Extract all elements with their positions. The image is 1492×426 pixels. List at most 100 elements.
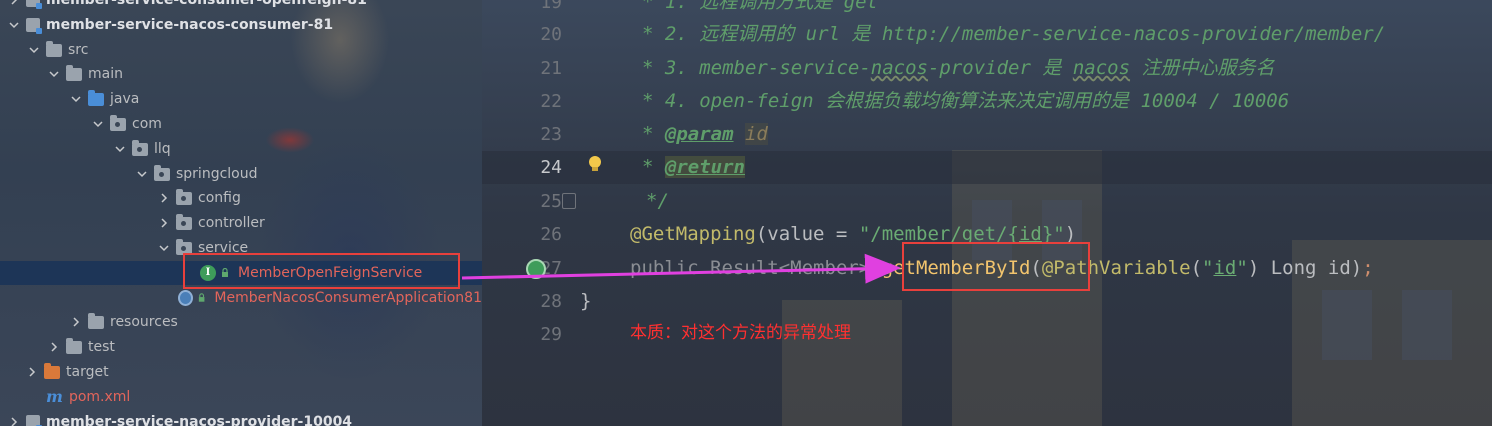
chevron-down-icon[interactable]	[46, 66, 62, 82]
excluded-folder-icon	[44, 362, 60, 379]
code-line-19[interactable]: * 1. 远程调用方式是 get	[642, 0, 878, 19]
chevron-down-icon[interactable]	[68, 91, 84, 107]
line-number: 20	[540, 24, 562, 45]
package-icon	[154, 164, 170, 181]
chevron-right-icon[interactable]	[6, 0, 22, 8]
code-token: *	[642, 123, 665, 145]
chevron-right-icon[interactable]	[156, 190, 172, 206]
lightbulb-intention-icon[interactable]	[586, 154, 604, 174]
line-number: 21	[540, 58, 562, 79]
line-number: 22	[540, 91, 562, 112]
line-number: 26	[540, 224, 562, 245]
tree-row-config[interactable]: config	[0, 186, 482, 210]
chevron-down-icon[interactable]	[134, 166, 150, 182]
tree-row-main-application[interactable]: MemberNacosConsumerApplication81	[0, 286, 482, 310]
tree-row-label: target	[66, 364, 109, 380]
tree-row-label: controller	[198, 215, 265, 231]
chevron-right-icon[interactable]	[6, 414, 22, 426]
tree-row-label: main	[88, 66, 123, 82]
line-number: 23	[540, 124, 562, 145]
code-line-22[interactable]: * 4. open-feign 会根据负载均衡算法来决定调用的是 10004 /…	[642, 85, 1289, 118]
tree-row-main[interactable]: main	[0, 62, 482, 86]
module-icon	[26, 415, 42, 426]
highlight-box-method	[902, 242, 1090, 291]
tree-row-label: MemberNacosConsumerApplication81	[214, 290, 482, 306]
tree-row-label: config	[198, 190, 241, 206]
code-token: value =	[767, 223, 859, 245]
chevron-down-icon[interactable]	[90, 116, 106, 132]
tree-row-label: src	[68, 42, 89, 58]
chevron-down-icon[interactable]	[6, 17, 22, 33]
line-number: 28	[540, 291, 562, 312]
code-token: (	[1190, 257, 1203, 279]
tree-row-module-nacos-consumer[interactable]: member-service-nacos-consumer-81	[0, 13, 482, 37]
chevron-right-icon[interactable]	[24, 364, 40, 380]
implementation-gutter-icon[interactable]	[526, 259, 546, 279]
tree-row-com[interactable]: com	[0, 112, 482, 136]
code-token: 注册中心服务名	[1130, 57, 1275, 79]
project-tree-panel: member-service-consumer-openfeign-81 mem…	[0, 0, 482, 426]
package-icon	[110, 114, 126, 131]
code-line-25[interactable]: */	[646, 185, 669, 218]
line-number-gutter[interactable]: 19 20 21 22 23 24 25 26 27 28 29	[482, 0, 572, 426]
tree-row-label: pom.xml	[68, 389, 131, 405]
code-token-typo: nacos	[870, 57, 928, 79]
line-number-current: 24	[540, 157, 562, 178]
tree-row-label: java	[110, 91, 140, 107]
current-line-highlight	[482, 151, 1492, 184]
chevron-down-icon[interactable]	[26, 42, 42, 58]
string-token: id	[1213, 257, 1237, 279]
code-token: ) Long id)	[1247, 257, 1363, 279]
tree-row-label: member-service-nacos-provider-10004	[46, 414, 353, 426]
folder-icon	[66, 64, 82, 81]
tree-row-resources[interactable]: resources	[0, 310, 482, 334]
tree-row-label: com	[132, 116, 162, 132]
code-token: * 3. member-service-	[642, 57, 871, 79]
code-editor[interactable]: 19 20 21 22 23 24 25 26 27 28 29 * 1. 远程…	[482, 0, 1492, 426]
tree-row-module-nacos-provider[interactable]: member-service-nacos-provider-10004	[0, 410, 482, 426]
code-line-24[interactable]: * @return	[642, 151, 745, 184]
chevron-right-icon[interactable]	[68, 314, 84, 330]
lock-icon	[198, 293, 205, 302]
tree-row-label: member-service-consumer-openfeign-81	[46, 0, 367, 8]
tree-row-label: springcloud	[176, 166, 258, 182]
module-icon	[26, 18, 42, 34]
code-line-20[interactable]: * 2. 远程调用的 url 是 http://member-service-n…	[642, 18, 1385, 51]
tree-row-src[interactable]: src	[0, 38, 482, 62]
chevron-right-icon[interactable]	[46, 339, 62, 355]
chevron-right-icon[interactable]	[156, 215, 172, 231]
annotation-note: 本质：对这个方法的异常处理	[630, 323, 851, 343]
background-window	[1322, 290, 1372, 360]
code-token: (	[755, 223, 768, 245]
annotation-token: @GetMapping	[630, 223, 756, 245]
code-line-21[interactable]: * 3. member-service-nacos-provider 是 nac…	[642, 52, 1274, 85]
line-number: 29	[540, 324, 562, 345]
tree-row-pom[interactable]: m pom.xml	[0, 385, 482, 409]
tree-row-module-openfeign[interactable]: member-service-consumer-openfeign-81	[0, 0, 482, 12]
string-token: "	[1236, 257, 1248, 279]
resources-folder-icon	[88, 312, 104, 329]
maven-icon: m	[46, 387, 63, 406]
tree-row-llq[interactable]: llq	[0, 137, 482, 161]
tree-row-label: member-service-nacos-consumer-81	[46, 17, 334, 33]
chevron-down-icon[interactable]	[156, 240, 172, 256]
tree-row-target[interactable]: target	[0, 360, 482, 384]
package-icon	[176, 188, 192, 205]
tree-row-java[interactable]: java	[0, 87, 482, 111]
highlight-box-tree	[183, 253, 460, 289]
fold-marker-icon[interactable]	[562, 193, 576, 209]
package-icon	[176, 213, 192, 230]
tree-row-springcloud[interactable]: springcloud	[0, 162, 482, 186]
string-token: "	[1202, 257, 1214, 279]
tree-row-controller[interactable]: controller	[0, 211, 482, 235]
source-folder-icon	[88, 89, 104, 106]
tree-row-test[interactable]: test	[0, 335, 482, 359]
folder-icon	[46, 40, 62, 57]
javadoc-tag: @return	[664, 156, 745, 178]
module-icon	[26, 0, 42, 9]
code-line-23[interactable]: * @param id	[642, 118, 768, 151]
chevron-down-icon[interactable]	[112, 141, 128, 157]
code-token: -provider 是	[927, 57, 1073, 79]
code-line-28[interactable]: }	[580, 285, 591, 318]
background-window	[1402, 290, 1452, 360]
